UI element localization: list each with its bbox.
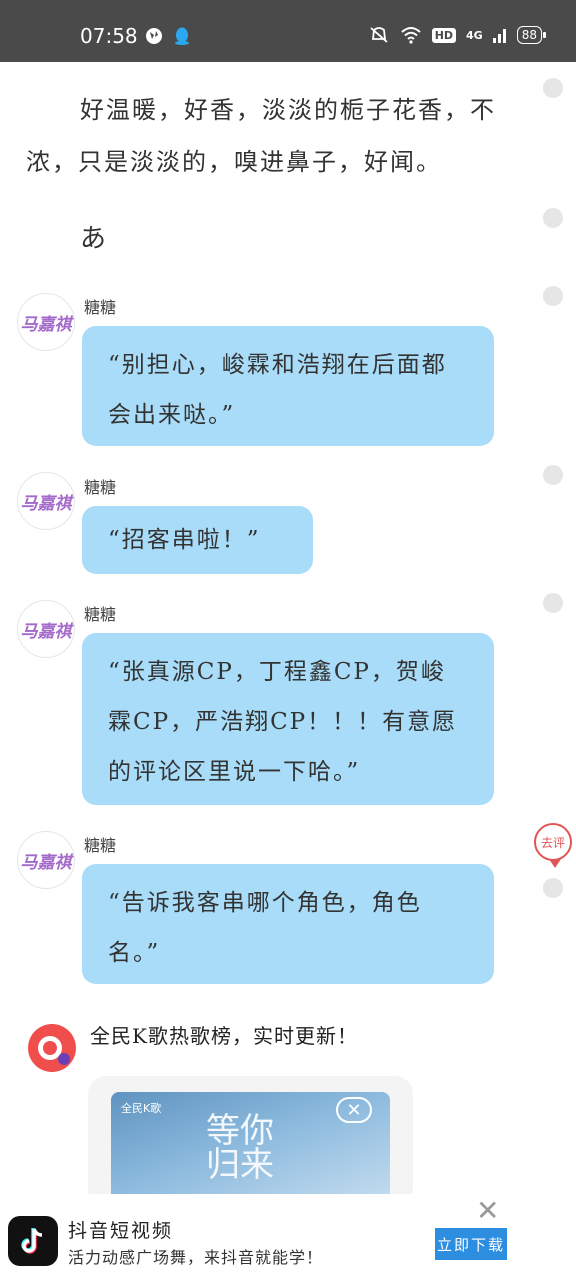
paragraph-comment-dot[interactable] <box>543 465 563 485</box>
ad-close-button[interactable]: ✕ <box>336 1097 372 1123</box>
ad-image-brand: 全民K歌 <box>121 1102 162 1115</box>
speaker-name: 糖糖 <box>84 298 117 317</box>
banner-title: 抖音短视频 <box>68 1220 174 1242</box>
speaker-name: 糖糖 <box>84 836 117 855</box>
ad-image-text: 等你归来 <box>206 1111 274 1185</box>
tiktok-icon <box>21 1228 43 1254</box>
bottom-ad-banner[interactable]: 抖音短视频 活力动感广场舞，来抖音就能学！ ✕ 立即下载 <box>0 1194 576 1280</box>
qq-icon <box>175 27 189 45</box>
browser-icon <box>146 28 162 44</box>
paragraph-comment-dot[interactable] <box>543 78 563 98</box>
paragraph-comment-dot[interactable] <box>543 286 563 306</box>
paragraph-comment-dot[interactable] <box>543 208 563 228</box>
karaoke-logo-icon <box>38 1036 70 1065</box>
story-paragraph-line: 浓，只是淡淡的，嗅进鼻子，好闻。 <box>26 148 442 176</box>
avatar[interactable]: 马嘉祺 <box>17 600 75 658</box>
karaoke-app-logo <box>28 1024 76 1072</box>
speaker-name: 糖糖 <box>84 478 117 497</box>
comment-badge[interactable]: 去评 <box>534 823 572 868</box>
network-label: 4G <box>466 28 483 42</box>
download-button[interactable]: 立即下载 <box>435 1228 507 1260</box>
story-paragraph-line: 好温暖，好香，淡淡的栀子花香，不 <box>80 96 496 124</box>
avatar[interactable]: 马嘉祺 <box>17 293 75 351</box>
character-line: あ <box>80 224 107 254</box>
chat-bubble: “别担心，峻霖和浩翔在后面都会出来哒。” <box>82 326 494 446</box>
paragraph-comment-dot[interactable] <box>543 878 563 898</box>
tiktok-logo <box>8 1216 58 1266</box>
status-right-group: HD 4G 88 <box>368 26 547 44</box>
wifi-icon <box>401 27 421 44</box>
banner-close-button[interactable]: ✕ <box>476 1194 499 1227</box>
hd-badge: HD <box>431 27 457 43</box>
banner-subtitle: 活力动感广场舞，来抖音就能学！ <box>68 1248 324 1267</box>
chat-bubble: “告诉我客串哪个角色，角色名。” <box>82 864 494 984</box>
chat-bubble: “张真源CP，丁程鑫CP，贺峻霖CP，严浩翔CP！！！有意愿的评论区里说一下哈。… <box>82 633 494 805</box>
mute-icon <box>370 27 388 43</box>
status-time: 07:58 <box>80 24 138 48</box>
speaker-name: 糖糖 <box>84 605 117 624</box>
signal-icon <box>492 29 506 43</box>
status-bar: 07:58 HD 4G 88 <box>0 0 576 62</box>
story-paragraph: 好温暖，好香，淡淡的栀子花香，不 <box>26 84 506 136</box>
avatar[interactable]: 马嘉祺 <box>17 472 75 530</box>
ad-title[interactable]: 全民K歌热歌榜，实时更新！ <box>90 1020 358 1049</box>
paragraph-comment-dot[interactable] <box>543 593 563 613</box>
battery-indicator: 88 <box>516 26 547 44</box>
ad-image[interactable]: 全民K歌 等你归来 ✕ <box>111 1092 390 1206</box>
chat-bubble: “招客串啦！” <box>82 506 313 574</box>
avatar[interactable]: 马嘉祺 <box>17 831 75 889</box>
story-paragraph-continued: 浓，只是淡淡的，嗅进鼻子，好闻。 <box>26 136 506 188</box>
ad-card[interactable]: 全民K歌 等你归来 ✕ <box>88 1076 413 1206</box>
